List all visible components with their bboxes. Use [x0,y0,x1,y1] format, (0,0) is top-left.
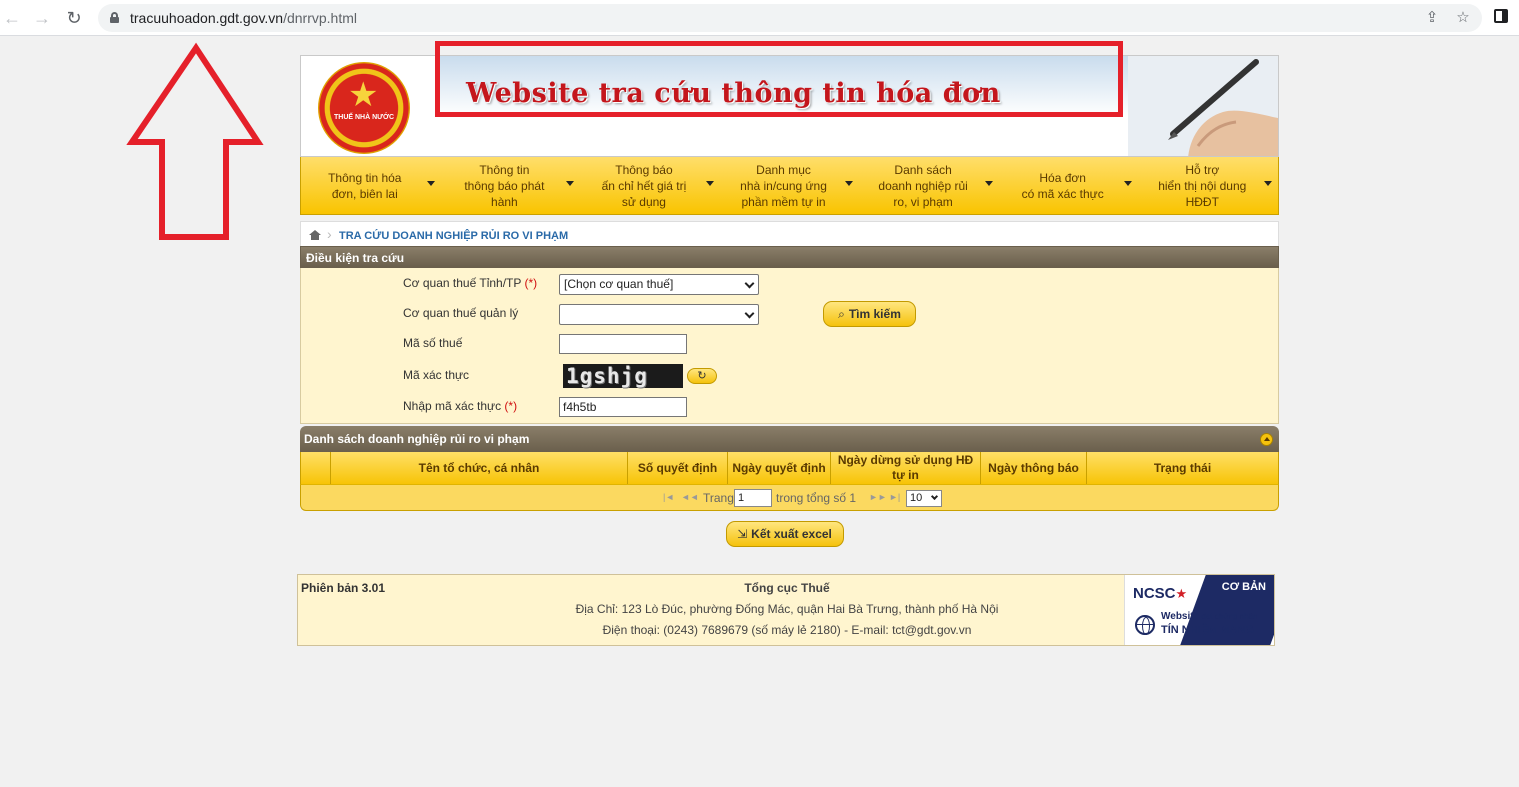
last-page-icon[interactable]: ►| [889,492,900,502]
results-panel-heading: Danh sách doanh nghiệp rủi ro vi phạm [300,426,1279,452]
export-excel-button[interactable]: ⇲ Kết xuất excel [725,521,844,547]
captcha-image: 1gshjg [563,364,683,388]
tax-emblem-icon: ★ THUẾ NHÀ NƯỚC [318,62,410,154]
site-container: ★ THUẾ NHÀ NƯỚC Website tra cứu thông ti… [300,55,1279,547]
search-panel-heading: Điều kiện tra cứu [300,246,1279,268]
globe-icon [1135,615,1155,635]
chevron-down-icon [984,181,993,186]
address-bar[interactable]: tracuuhoadon.gdt.gov.vn/dnrrvp.html ⇪ ☆ [98,4,1482,32]
ncsc-trust-badge[interactable]: NCSC★ CƠ BẢN Website đạt chứng nhận TÍN … [1124,575,1274,645]
share-icon[interactable]: ⇪ [1423,9,1441,27]
captcha-label: Mã xác thực [403,368,470,382]
column-header-status[interactable]: Trạng thái [1087,452,1278,484]
ncsc-title: TÍN NHIỆM MẠNG [1161,624,1254,636]
pager: |◄ ◄◄ Trang 1 trong tổng số 1 ►► ►| 10 [300,484,1279,511]
results-table-header: Tên tổ chức, cá nhân Số quyết định Ngày … [300,452,1279,484]
chevron-down-icon [930,492,939,501]
page-label: Trang [703,491,734,505]
search-button[interactable]: ⌕ Tìm kiếm [823,301,916,327]
banner-logo-area: ★ THUẾ NHÀ NƯỚC [301,56,436,156]
url-text[interactable]: tracuuhoadon.gdt.gov.vn/dnrrvp.html [130,10,357,26]
chevron-down-icon [1264,181,1273,186]
breadcrumb: › TRA CỨU DOANH NGHIỆP RỦI RO VI PHẠM [300,221,1279,246]
ncsc-caption: Website đạt chứng nhận [1161,611,1258,622]
tax-code-input[interactable] [559,334,687,354]
refresh-icon: ↻ [697,370,707,382]
captcha-input[interactable]: f4h5tb [559,397,687,417]
first-page-icon[interactable]: |◄ [663,492,674,502]
menu-invoice-info[interactable]: Thông tin hóa đơn, biên lai [301,157,441,214]
forward-icon[interactable]: → [30,6,54,30]
ncsc-logo: NCSC★ [1133,585,1188,602]
menu-issuance-notice[interactable]: Thông tin thông báo phát hành [441,157,581,214]
search-icon: ⌕ [838,307,845,321]
lock-icon[interactable] [110,12,119,23]
column-header-name[interactable]: Tên tổ chức, cá nhân [331,452,628,484]
back-icon[interactable]: ← [0,6,24,30]
annotation-up-arrow-icon [126,42,264,240]
province-select[interactable]: [Chọn cơ quan thuế] [559,274,759,295]
column-header-decision-date[interactable]: Ngày quyết định [728,452,831,484]
column-header-decision-no[interactable]: Số quyết định [628,452,728,484]
breadcrumb-current: TRA CỨU DOANH NGHIỆP RỦI RO VI PHẠM [339,230,569,242]
manager-select[interactable] [559,304,759,325]
captcha-input-label: Nhập mã xác thực (*) [403,399,518,413]
manager-label: Cơ quan thuế quản lý [403,306,519,320]
next-page-icon[interactable]: ►► [869,492,887,502]
bookmark-star-icon[interactable]: ☆ [1454,9,1472,27]
annotation-highlight-box [435,41,1123,117]
chevron-down-icon [705,181,714,186]
captcha-refresh-button[interactable]: ↻ [687,368,717,384]
tax-code-label: Mã số thuế [403,336,463,350]
page-total-text: trong tổng số 1 [776,491,857,505]
site-footer: Phiên bản 3.01 Tổng cục Thuế Địa Chỉ: 12… [297,574,1275,646]
menu-e-invoice-support[interactable]: Hỗ trợ hiển thị nội dung HĐĐT [1138,157,1278,214]
column-header-checkbox[interactable] [301,452,331,484]
export-icon: ⇲ [737,527,748,541]
menu-expired-forms[interactable]: Thông báo ấn chỉ hết giá trị sử dụng [580,157,720,214]
collapse-icon[interactable] [1260,433,1273,446]
menu-printers-list[interactable]: Danh mục nhà in/cung ứng phần mềm tự in [720,157,860,214]
chevron-down-icon [1124,181,1133,186]
prev-page-icon[interactable]: ◄◄ [681,492,699,502]
province-label: Cơ quan thuế Tỉnh/TP (*) [403,276,538,290]
chevron-down-icon [845,181,854,186]
chevron-down-icon [426,181,435,186]
browser-toolbar: ← → ↻ tracuuhoadon.gdt.gov.vn/dnrrvp.htm… [0,0,1519,36]
chevron-down-icon [744,278,755,289]
chevron-down-icon [566,181,575,186]
side-panel-icon[interactable] [1494,9,1508,23]
column-header-stop-date[interactable]: Ngày dừng sử dụng HĐ tự in [831,452,981,484]
main-menu: Thông tin hóa đơn, biên lai Thông tin thôn… [300,157,1279,215]
breadcrumb-separator: › [327,226,332,242]
reload-icon[interactable]: ↻ [62,6,86,30]
column-header-notice-date[interactable]: Ngày thông báo [981,452,1087,484]
pen-hand-icon [1128,56,1278,156]
chevron-down-icon [744,308,755,319]
menu-risky-enterprises[interactable]: Danh sách doanh nghiệp rủi ro, vi phạm [859,157,999,214]
ncsc-level: CƠ BẢN [1221,581,1266,593]
page-number-input[interactable]: 1 [734,489,772,507]
menu-verified-invoices[interactable]: Hóa đơn có mã xác thực [999,157,1139,214]
page-size-select[interactable]: 10 [906,490,942,507]
search-form: Cơ quan thuế Tỉnh/TP (*) [Chọn cơ quan t… [300,268,1279,424]
home-icon[interactable] [309,230,321,240]
